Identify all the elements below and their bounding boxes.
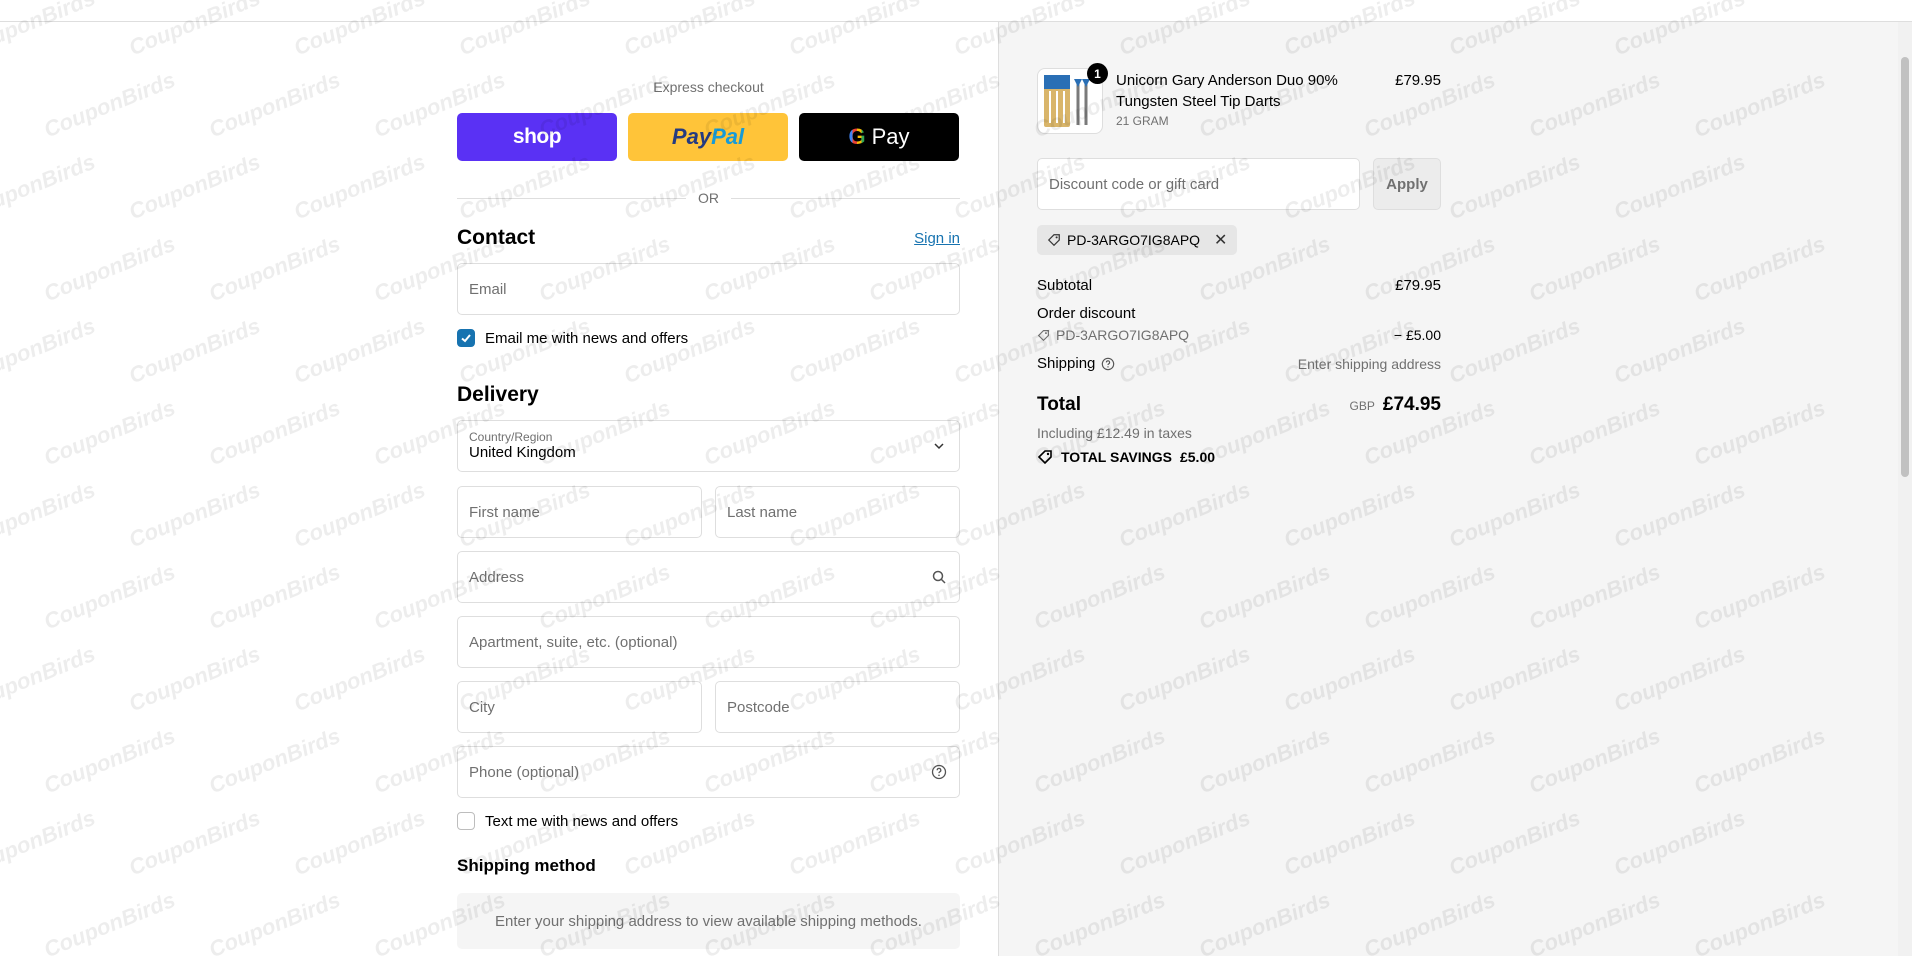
country-value: United Kingdom <box>469 444 576 461</box>
discount-code-input[interactable]: Discount code or gift card <box>1037 158 1360 210</box>
divider-line <box>731 197 960 199</box>
scrollbar[interactable] <box>1898 22 1912 956</box>
shipping-label-wrap: Shipping <box>1037 355 1115 372</box>
google-pay-button[interactable]: G Pay <box>799 113 959 161</box>
shipping-label: Shipping <box>1037 355 1096 372</box>
help-circle-icon[interactable] <box>931 764 947 780</box>
taxes-note: Including £12.49 in taxes <box>1037 425 1192 441</box>
order-discount-code-row: PD-3ARGO7IG8APQ − £5.00 <box>1037 327 1441 343</box>
product-price: £79.95 <box>1395 72 1441 89</box>
order-discount-code: PD-3ARGO7IG8APQ <box>1056 327 1190 343</box>
city-placeholder: City <box>469 698 495 716</box>
product-variant: 21 GRAM <box>1116 114 1169 128</box>
tag-icon <box>1037 329 1049 341</box>
checkout-form-panel: Express checkout shop Pay Pal G Pay OR Co… <box>0 22 998 956</box>
shop-pay-logo: shop <box>512 125 562 148</box>
google-g-icon: G <box>848 124 866 149</box>
savings-value: £5.00 <box>1179 449 1216 465</box>
total-value-wrap: GBP £74.95 <box>1350 394 1441 416</box>
first-name-field[interactable]: First name <box>457 486 702 538</box>
checkmark-icon <box>461 334 471 343</box>
postcode-placeholder: Postcode <box>727 698 790 716</box>
subtotal-label: Subtotal <box>1037 277 1093 294</box>
total-value: £74.95 <box>1382 394 1441 415</box>
apartment-placeholder: Apartment, suite, etc. (optional) <box>469 633 678 651</box>
order-discount-row: Order discount <box>1037 305 1441 322</box>
delivery-heading: Delivery <box>457 383 539 406</box>
sms-news-label: Text me with news and offers <box>485 812 679 830</box>
email-news-checkbox[interactable] <box>457 329 475 347</box>
city-field[interactable]: City <box>457 681 702 733</box>
shipping-method-heading: Shipping method <box>457 856 596 875</box>
applied-discount-code: PD-3ARGO7IG8APQ <box>1067 232 1201 248</box>
tag-icon <box>1047 234 1060 247</box>
sms-news-checkbox[interactable] <box>457 812 475 830</box>
product-thumbnail: 1 <box>1037 63 1108 134</box>
contact-heading: Contact <box>457 226 536 249</box>
discount-placeholder: Discount code or gift card <box>1049 175 1220 193</box>
email-news-checkbox-row[interactable]: Email me with news and offers <box>457 329 688 347</box>
total-label: Total <box>1037 394 1081 415</box>
remove-discount-icon[interactable]: ✕ <box>1214 230 1227 250</box>
last-name-field[interactable]: Last name <box>715 486 960 538</box>
google-pay-label: Pay <box>871 124 910 149</box>
order-discount-label: Order discount <box>1037 305 1136 322</box>
subtotal-row: Subtotal £79.95 <box>1037 277 1441 294</box>
or-divider: OR <box>457 188 960 208</box>
address-placeholder: Address <box>469 568 525 586</box>
scrollbar-thumb[interactable] <box>1901 57 1909 477</box>
shipping-row: Shipping Enter shipping address <box>1037 355 1441 372</box>
total-currency: GBP <box>1349 399 1375 413</box>
order-discount-code-wrap: PD-3ARGO7IG8APQ <box>1037 327 1189 343</box>
taxes-row: Including £12.49 in taxes <box>1037 425 1441 441</box>
postcode-field[interactable]: Postcode <box>715 681 960 733</box>
sign-in-link[interactable]: Sign in <box>914 230 960 247</box>
divider-line <box>457 197 686 199</box>
shipping-method-message: Enter your shipping address to view avai… <box>457 893 960 949</box>
first-name-placeholder: First name <box>469 503 540 521</box>
express-checkout-label: Express checkout <box>653 79 764 95</box>
email-news-label: Email me with news and offers <box>485 329 689 347</box>
sms-news-checkbox-row[interactable]: Text me with news and offers <box>457 812 678 830</box>
top-bar <box>0 0 1912 22</box>
order-summary-panel: 1 Unicorn Gary Anderson Duo 90% Tungsten… <box>998 22 1912 956</box>
or-label: OR <box>698 190 719 206</box>
product-name: Unicorn Gary Anderson Duo 90% Tungsten S… <box>1116 72 1338 110</box>
subtotal-value: £79.95 <box>1395 277 1441 294</box>
help-circle-icon[interactable] <box>1101 357 1115 371</box>
email-placeholder: Email <box>469 280 507 298</box>
address-field[interactable]: Address <box>457 551 960 603</box>
tag-icon <box>1037 450 1052 465</box>
paypal-logo-part2: Pal <box>711 124 745 149</box>
phone-placeholder: Phone (optional) <box>469 763 580 781</box>
country-select[interactable]: Country/Region United Kingdom <box>457 420 960 472</box>
shipping-value: Enter shipping address <box>1297 355 1441 372</box>
shop-pay-button[interactable]: shop <box>457 113 617 161</box>
apply-discount-button[interactable]: Apply <box>1373 158 1441 210</box>
applied-discount-tag: PD-3ARGO7IG8APQ ✕ <box>1037 225 1238 255</box>
paypal-logo-part1: Pay <box>671 124 712 149</box>
chevron-down-icon <box>934 443 944 450</box>
email-field[interactable]: Email <box>457 263 960 315</box>
paypal-button[interactable]: Pay Pal <box>628 113 788 161</box>
phone-field[interactable]: Phone (optional) <box>457 746 960 798</box>
total-savings: TOTAL SAVINGS £5.00 <box>1037 449 1215 465</box>
total-row: Total GBP £74.95 <box>1037 394 1441 416</box>
order-discount-value: − £5.00 <box>1393 327 1441 343</box>
quantity-badge: 1 <box>1087 63 1108 84</box>
search-icon <box>932 570 946 584</box>
last-name-placeholder: Last name <box>727 503 798 521</box>
savings-label: TOTAL SAVINGS <box>1061 449 1172 465</box>
apartment-field[interactable]: Apartment, suite, etc. (optional) <box>457 616 960 668</box>
country-label: Country/Region <box>469 430 553 444</box>
